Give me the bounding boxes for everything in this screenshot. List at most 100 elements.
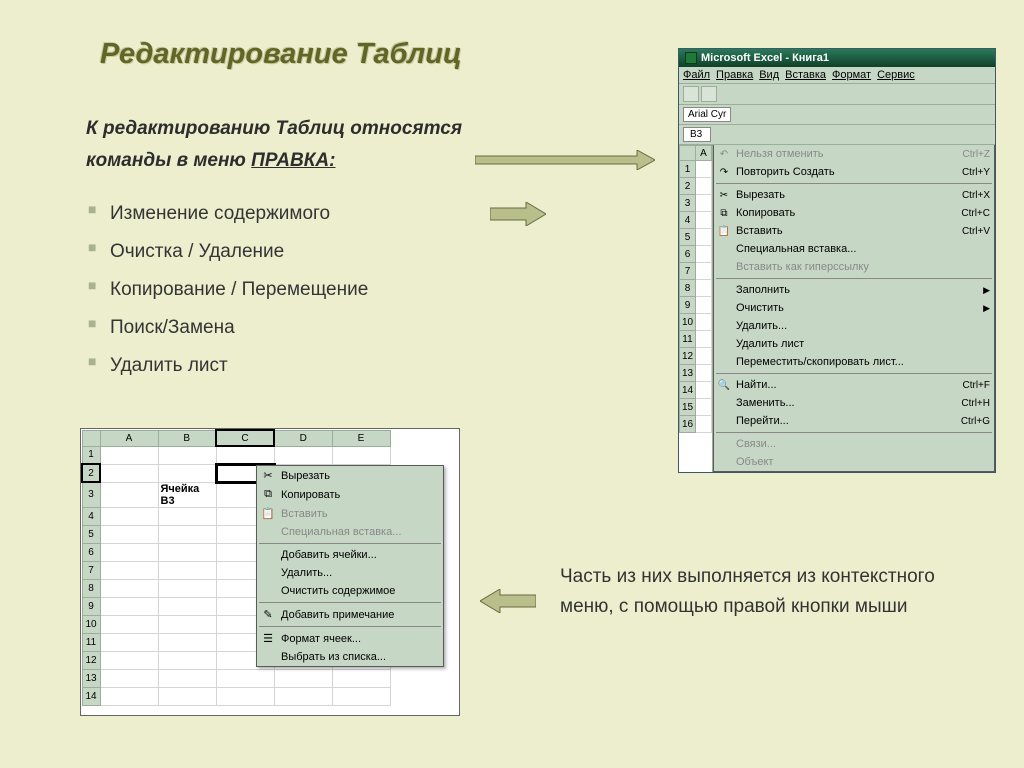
menu-tools[interactable]: Сервис xyxy=(877,69,915,81)
row-header[interactable]: 2 xyxy=(680,178,696,195)
context-menu-item[interactable]: Удалить... xyxy=(257,564,443,582)
row-header[interactable]: 13 xyxy=(82,669,100,687)
row-header[interactable]: 6 xyxy=(680,246,696,263)
menu-item-icon: ⧉ xyxy=(259,488,277,501)
context-menu-item[interactable]: Добавить ячейки... xyxy=(257,546,443,564)
menu-view[interactable]: Вид xyxy=(759,69,779,81)
row-header[interactable]: 9 xyxy=(82,597,100,615)
menu-item-icon xyxy=(716,455,732,469)
cell-b3[interactable]: Ячейка В3 xyxy=(158,482,216,507)
name-box[interactable]: B3 xyxy=(683,127,711,142)
row-header[interactable]: 13 xyxy=(680,365,696,382)
context-menu-item[interactable]: ☰Формат ячеек... xyxy=(257,629,443,648)
menu-item-shortcut: Ctrl+Y xyxy=(962,167,990,178)
row-header[interactable]: 5 xyxy=(82,525,100,543)
row-header[interactable]: 11 xyxy=(680,331,696,348)
menu-item-shortcut: Ctrl+Z xyxy=(963,149,991,160)
edit-menu-item[interactable]: Переместить/скопировать лист... xyxy=(714,353,994,371)
menu-item-icon xyxy=(716,319,732,333)
row-header[interactable]: 7 xyxy=(82,561,100,579)
toolbar[interactable] xyxy=(679,84,995,105)
row-header[interactable]: 11 xyxy=(82,633,100,651)
menu-edit[interactable]: Правка xyxy=(716,69,753,81)
window-title: Microsoft Excel - Книга1 xyxy=(701,52,829,64)
toolbar-button[interactable] xyxy=(701,86,717,102)
row-header[interactable]: 4 xyxy=(680,212,696,229)
window-titlebar: Microsoft Excel - Книга1 xyxy=(679,49,995,67)
menu-format[interactable]: Формат xyxy=(832,69,871,81)
context-menu-item[interactable]: Выбрать из списка... xyxy=(257,648,443,666)
col-header-selected[interactable]: C xyxy=(216,430,274,446)
edit-dropdown-menu[interactable]: ↶Нельзя отменитьCtrl+Z↷Повторить Создать… xyxy=(713,145,995,472)
edit-menu-item[interactable]: 📋ВставитьCtrl+V xyxy=(714,222,994,240)
worksheet-grid[interactable]: A 1 2 3 4 5 6 7 8 9 10 11 12 13 14 15 16 xyxy=(679,145,713,472)
menu-item-label: Вырезать xyxy=(281,470,330,482)
edit-menu-item[interactable]: 🔍Найти...Ctrl+F xyxy=(714,376,994,394)
cell-context-menu[interactable]: ✂Вырезать⧉Копировать📋ВставитьСпециальная… xyxy=(256,465,444,667)
col-header[interactable]: A xyxy=(100,430,158,446)
menu-item-icon: ✂ xyxy=(259,469,277,482)
context-menu-item[interactable]: ✎Добавить примечание xyxy=(257,605,443,624)
edit-menu-item[interactable]: Заполнить▶ xyxy=(714,281,994,299)
row-header[interactable]: 15 xyxy=(680,399,696,416)
context-menu-item[interactable]: Очистить содержимое xyxy=(257,582,443,600)
edit-menu-item: Связи... xyxy=(714,435,994,453)
edit-menu-item: Вставить как гиперссылку xyxy=(714,258,994,276)
row-header[interactable]: 4 xyxy=(82,507,100,525)
font-name-box[interactable]: Arial Cyr xyxy=(683,107,731,122)
row-header[interactable]: 8 xyxy=(82,579,100,597)
col-header[interactable]: B xyxy=(158,430,216,446)
edit-menu-item[interactable]: Заменить...Ctrl+H xyxy=(714,394,994,412)
bullet-list: Изменение содержимого Очистка / Удаление… xyxy=(88,195,468,385)
context-menu-item[interactable]: ⧉Копировать xyxy=(257,485,443,504)
row-header[interactable]: 5 xyxy=(680,229,696,246)
row-header[interactable]: 12 xyxy=(680,348,696,365)
row-header[interactable]: 1 xyxy=(680,161,696,178)
row-header[interactable]: 7 xyxy=(680,263,696,280)
row-header[interactable]: 8 xyxy=(680,280,696,297)
row-header[interactable]: 16 xyxy=(680,416,696,433)
edit-menu-item[interactable]: ✂ВырезатьCtrl+X xyxy=(714,186,994,204)
row-header[interactable]: 12 xyxy=(82,651,100,669)
row-header[interactable]: 3 xyxy=(82,482,100,507)
row-header[interactable]: 14 xyxy=(680,382,696,399)
edit-menu-item[interactable]: Удалить лист xyxy=(714,335,994,353)
menu-item-label: Специальная вставка... xyxy=(281,526,401,538)
row-header[interactable]: 1 xyxy=(82,446,100,464)
formula-bar[interactable]: B3 xyxy=(679,125,995,145)
menu-item-icon xyxy=(716,414,732,428)
menu-item-icon: 🔍 xyxy=(716,378,732,392)
bullet-item: Изменение содержимого xyxy=(88,195,468,233)
menu-insert[interactable]: Вставка xyxy=(785,69,826,81)
font-toolbar[interactable]: Arial Cyr xyxy=(679,105,995,125)
edit-menu-item[interactable]: ↷Повторить СоздатьCtrl+Y xyxy=(714,163,994,181)
edit-menu-item[interactable]: Перейти...Ctrl+G xyxy=(714,412,994,430)
arrow-long-right-icon xyxy=(475,150,655,170)
menu-item-label: Объект xyxy=(736,456,990,468)
menu-item-label: Вставить xyxy=(281,508,328,520)
row-header[interactable]: 14 xyxy=(82,687,100,705)
menu-separator xyxy=(716,432,992,433)
row-header[interactable]: 9 xyxy=(680,297,696,314)
menu-file[interactable]: Файл xyxy=(683,69,710,81)
edit-menu-item[interactable]: Очистить▶ xyxy=(714,299,994,317)
menu-separator xyxy=(259,626,441,627)
context-menu-item[interactable]: ✂ Вырезать xyxy=(257,466,443,485)
col-header[interactable]: D xyxy=(274,430,332,446)
bullet-item: Копирование / Перемещение xyxy=(88,271,468,309)
menubar[interactable]: Файл Правка Вид Вставка Формат Сервис xyxy=(679,67,995,84)
bullet-item: Очистка / Удаление xyxy=(88,233,468,271)
row-header[interactable]: 3 xyxy=(680,195,696,212)
menu-item-shortcut: Ctrl+V xyxy=(962,226,990,237)
edit-menu-item[interactable]: Удалить... xyxy=(714,317,994,335)
col-header[interactable]: A xyxy=(696,146,712,161)
row-header-selected[interactable]: 2 xyxy=(82,464,100,482)
row-header[interactable]: 10 xyxy=(82,615,100,633)
col-header[interactable]: E xyxy=(332,430,390,446)
row-header[interactable]: 6 xyxy=(82,543,100,561)
edit-menu-item[interactable]: Специальная вставка... xyxy=(714,240,994,258)
row-header[interactable]: 10 xyxy=(680,314,696,331)
toolbar-button[interactable] xyxy=(683,86,699,102)
edit-menu-item[interactable]: ⧉КопироватьCtrl+C xyxy=(714,204,994,222)
subtitle-line2-prefix: команды в меню xyxy=(86,150,251,171)
